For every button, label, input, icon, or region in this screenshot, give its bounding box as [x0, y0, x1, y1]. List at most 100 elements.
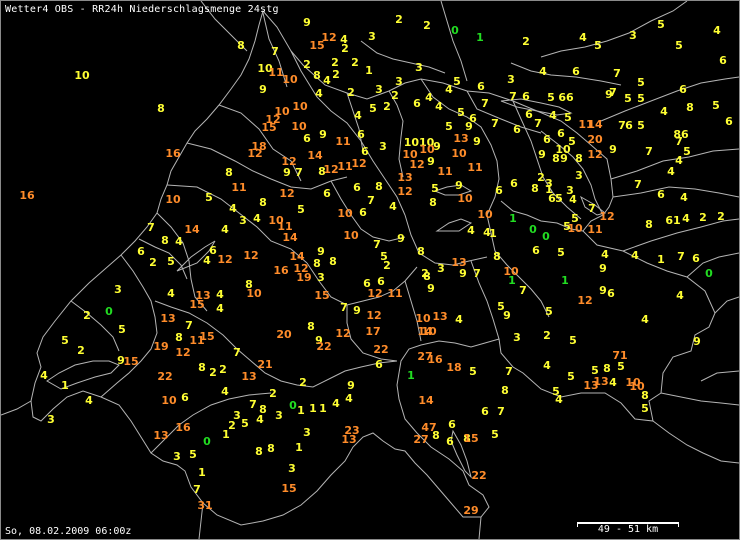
- station-value: 5: [712, 99, 720, 112]
- station-value: 12: [397, 185, 412, 198]
- station-value: 9: [303, 16, 311, 29]
- station-value: 9: [427, 155, 435, 168]
- station-value: 19: [153, 340, 168, 353]
- station-value: 0: [203, 435, 211, 448]
- observation-timestamp: So, 08.02.2009 06:00z: [5, 526, 132, 537]
- station-value: 2: [77, 344, 85, 357]
- lake-outline: [435, 218, 473, 232]
- station-value: 11: [467, 161, 482, 174]
- station-value: 4: [389, 200, 397, 213]
- station-value: 2: [423, 19, 431, 32]
- station-value: 8: [313, 257, 321, 270]
- station-value: 1: [198, 466, 206, 479]
- station-value: 12: [175, 346, 190, 359]
- station-value: 12: [409, 158, 424, 171]
- station-value: 10: [337, 207, 353, 220]
- station-value: 9: [259, 83, 267, 96]
- station-value: 7: [473, 267, 481, 280]
- station-value: 8: [237, 39, 245, 52]
- station-value: 3: [317, 271, 325, 284]
- station-value: 8: [417, 245, 425, 258]
- station-value: 3: [173, 450, 181, 463]
- station-value: 5: [431, 182, 439, 195]
- station-value: 4: [175, 235, 183, 248]
- scale-bar: 49 - 51 km: [577, 522, 679, 536]
- station-value: 10: [567, 222, 583, 235]
- station-value: 9: [397, 232, 405, 245]
- station-value: 6: [725, 115, 733, 128]
- station-value: 2: [699, 211, 707, 224]
- station-value: 7: [271, 45, 279, 58]
- station-value: 7: [519, 284, 527, 297]
- station-value: 9: [459, 267, 467, 280]
- station-value: 4: [680, 191, 688, 204]
- station-value: 12: [243, 249, 258, 262]
- station-value: 5: [241, 417, 249, 430]
- station-value: 7: [249, 398, 257, 411]
- neighbor-border: [622, 218, 739, 252]
- station-value: 11: [231, 181, 246, 194]
- station-value: 10: [457, 192, 473, 205]
- station-value: 2: [269, 387, 277, 400]
- station-value: 10: [161, 394, 177, 407]
- station-value: 11: [587, 223, 602, 236]
- station-value: 9: [503, 309, 511, 322]
- station-value: 7: [193, 483, 201, 496]
- station-value: 3: [437, 262, 445, 275]
- station-value: 3: [47, 413, 55, 426]
- station-value: 5: [61, 334, 69, 347]
- station-value: 14: [184, 223, 200, 236]
- station-value: 3: [545, 177, 553, 190]
- station-value: 9: [347, 379, 355, 392]
- station-value: 1: [657, 253, 665, 266]
- station-value: 12: [351, 157, 366, 170]
- station-value: 4: [555, 393, 563, 406]
- station-value: 1: [489, 227, 497, 240]
- station-value: 6: [572, 65, 580, 78]
- station-value: 5: [453, 75, 461, 88]
- station-value: 12: [577, 294, 592, 307]
- station-value: 17: [365, 325, 380, 338]
- station-value: 6: [543, 133, 551, 146]
- station-value: 3: [575, 169, 583, 182]
- station-value: 0: [542, 230, 550, 243]
- station-value: 4: [713, 24, 721, 37]
- map-frame: 10 16 8 9 12 15 4 2 3 2 2 0 1 2 4 5 5 3 5 4 8 7 10 11 10 2 8 4 2 2 1 2 9…: [0, 0, 740, 540]
- station-value: 2: [299, 376, 307, 389]
- station-value: 6: [413, 97, 421, 110]
- station-value: 4: [354, 109, 362, 122]
- station-value: 10: [282, 73, 298, 86]
- station-value: 14: [418, 394, 434, 407]
- station-value: 5: [657, 18, 665, 31]
- station-value: 4: [609, 376, 617, 389]
- station-value: 7: [634, 178, 642, 191]
- station-value: 6: [525, 108, 533, 121]
- station-value: 5: [637, 76, 645, 89]
- station-value: 7: [588, 202, 596, 215]
- station-value: 7: [613, 67, 621, 80]
- station-value: 13: [153, 429, 168, 442]
- station-value: 6: [679, 83, 687, 96]
- station-value: 5: [555, 192, 563, 205]
- station-value: 3: [415, 61, 423, 74]
- station-value: 2: [347, 86, 355, 99]
- station-value: 4: [40, 369, 48, 382]
- station-value: 13: [593, 375, 608, 388]
- station-value: 7: [481, 97, 489, 110]
- neighbor-border: [440, 1, 468, 82]
- station-value: 12: [335, 327, 350, 340]
- station-value: 4: [467, 224, 475, 237]
- neighbor-border: [612, 186, 739, 198]
- station-value: 13: [241, 370, 256, 383]
- station-value: 8: [575, 152, 583, 165]
- station-value: 6: [692, 252, 700, 265]
- station-value: 7: [609, 86, 617, 99]
- station-values: 1016891215 4232 2 01 2 4553548 710111028 4 22129…: [19, 13, 733, 517]
- station-value: 0: [289, 399, 297, 412]
- station-value: 13: [432, 310, 447, 323]
- station-value: 7: [340, 301, 348, 314]
- station-value: 66: [558, 91, 574, 104]
- station-value: 5: [568, 135, 576, 148]
- station-value: 5: [564, 111, 572, 124]
- station-value: 8: [307, 320, 315, 333]
